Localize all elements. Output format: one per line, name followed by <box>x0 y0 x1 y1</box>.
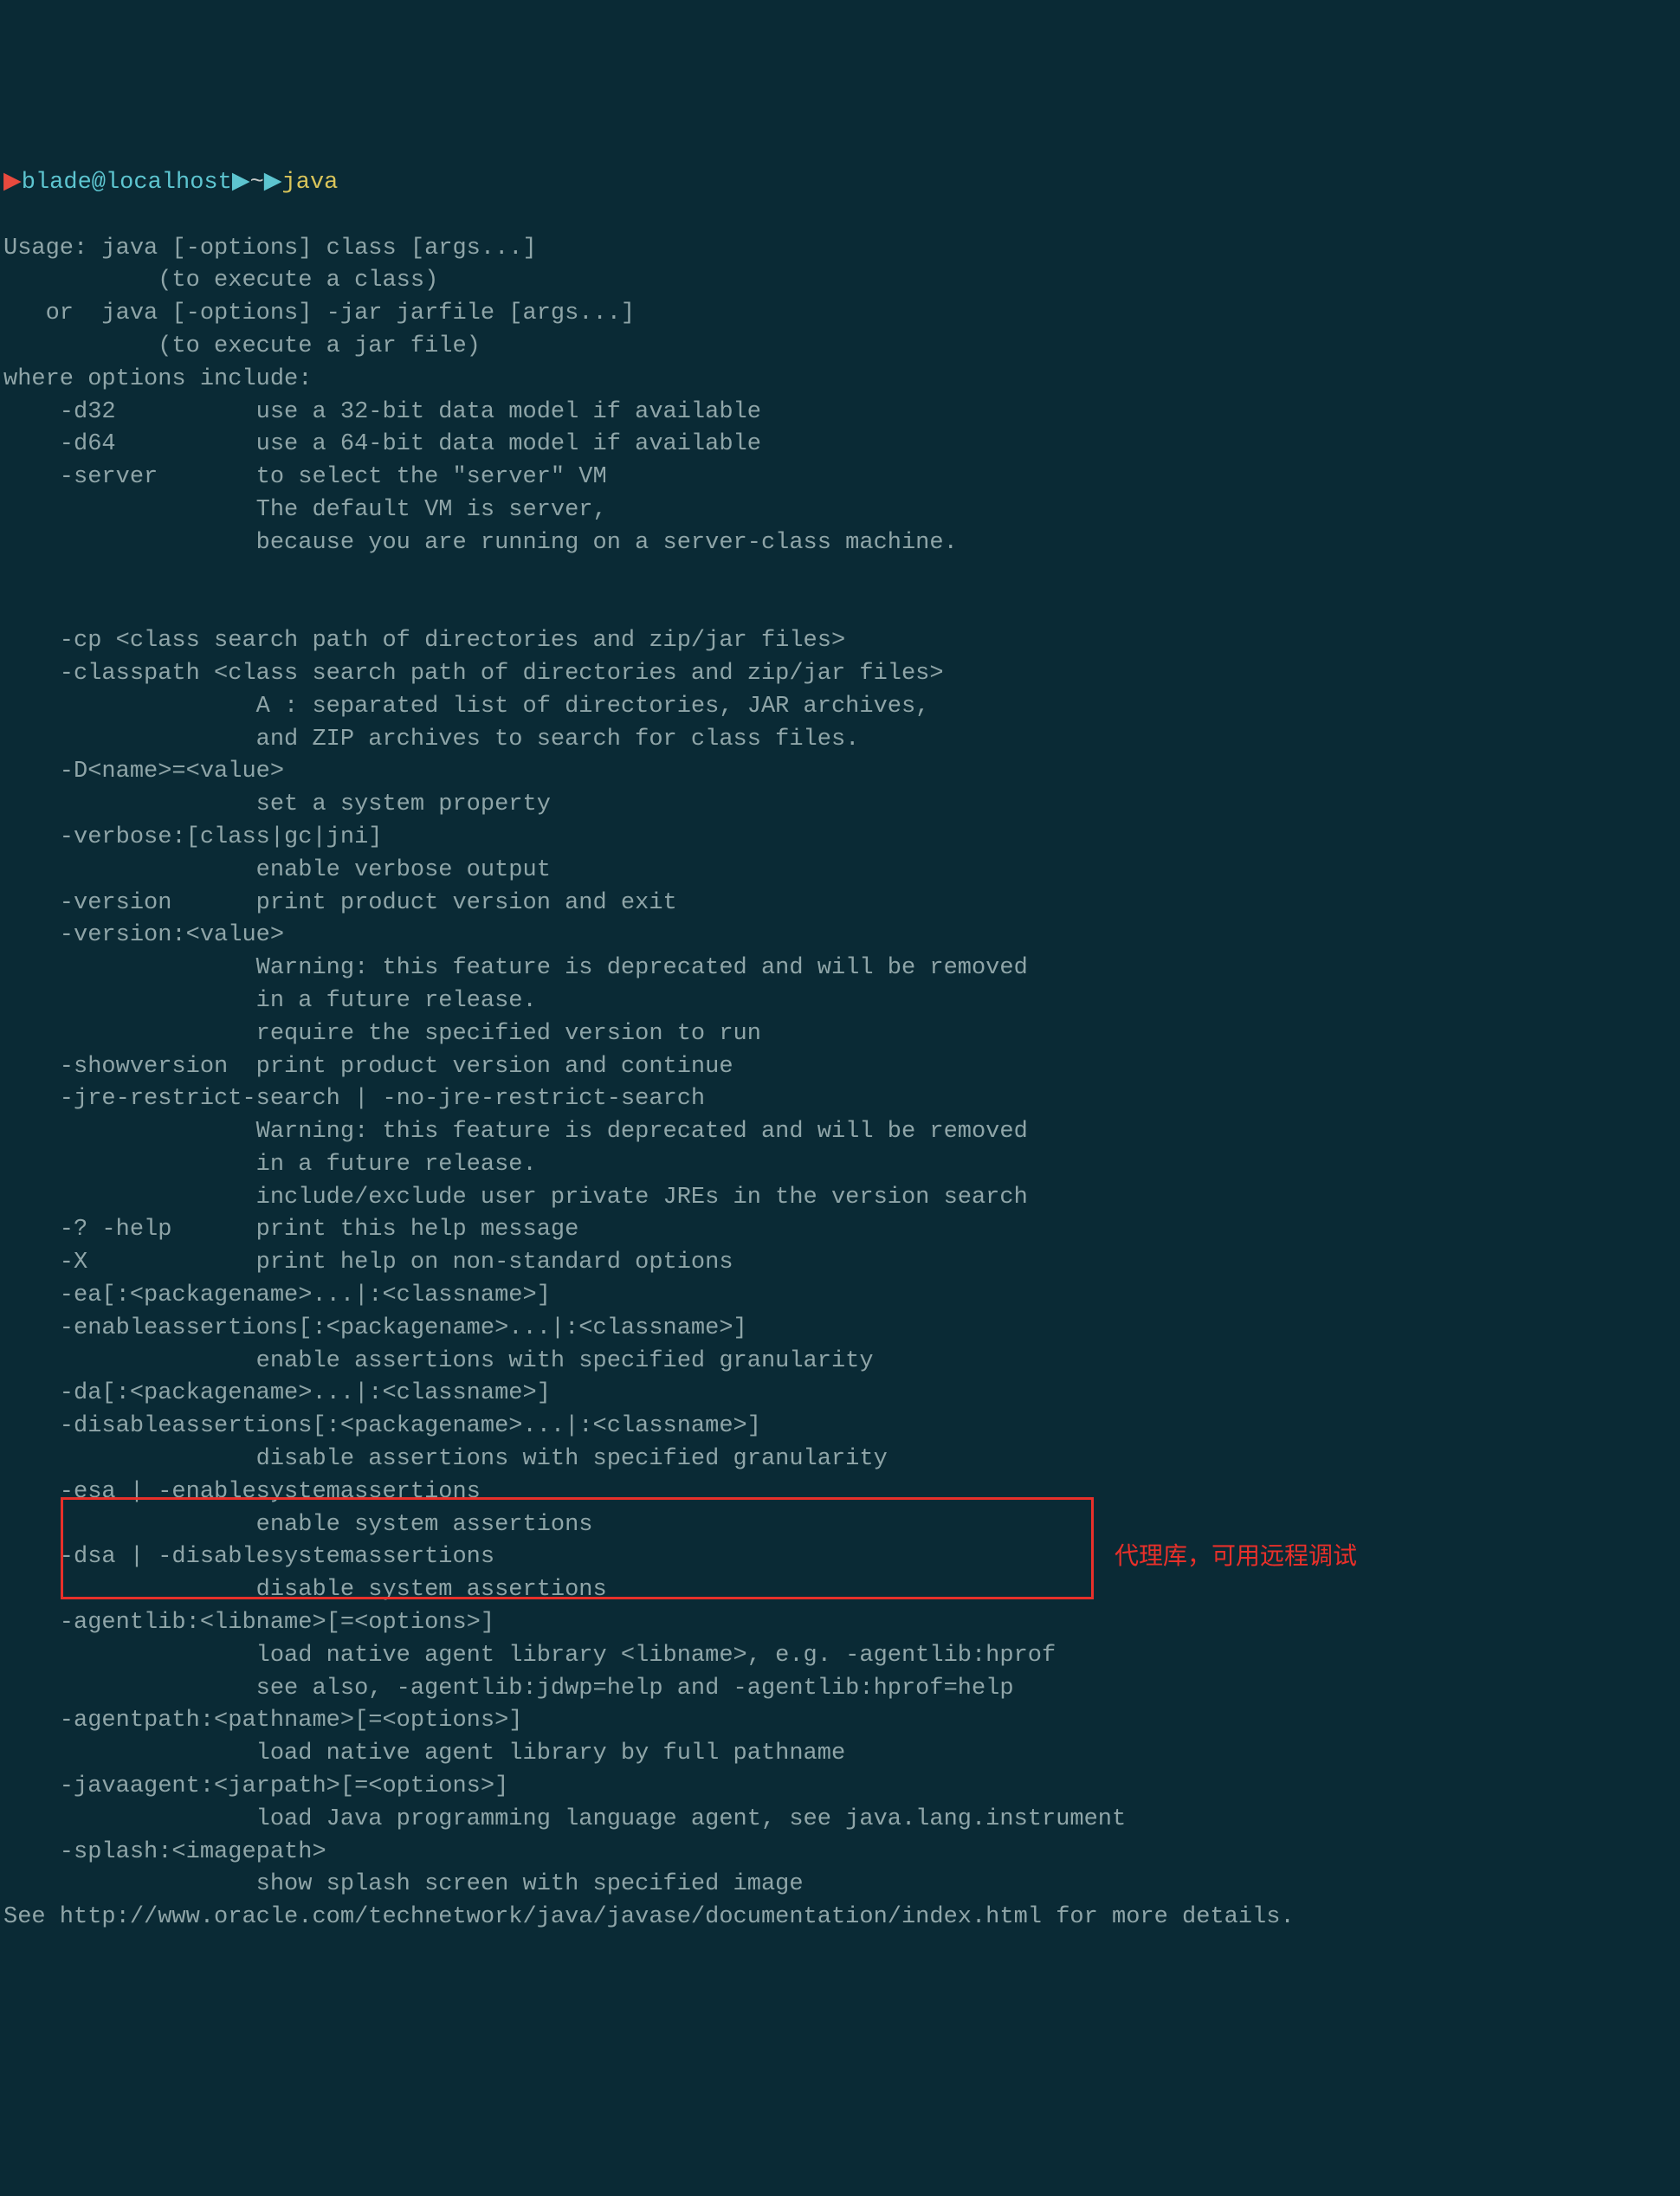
output-line: disable system assertions <box>3 1577 607 1603</box>
output-line: -version print product version and exit <box>3 890 677 916</box>
output-line: -d32 use a 32-bit data model if availabl… <box>3 399 761 425</box>
output-line: -classpath <class search path of directo… <box>3 661 944 687</box>
output-line: -d64 use a 64-bit data model if availabl… <box>3 431 761 457</box>
prompt-arrow-icon: ▶ <box>3 167 22 200</box>
output-line: A : separated list of directories, JAR a… <box>3 694 929 720</box>
prompt-end-icon: ▶ <box>264 167 282 200</box>
prompt-path: ~ <box>250 167 264 200</box>
output-line: -showversion print product version and c… <box>3 1054 733 1080</box>
prompt-separator-icon: ▶ <box>232 167 250 200</box>
output-line: (to execute a jar file) <box>3 333 481 359</box>
output-line: -enableassertions[:<packagename>...|:<cl… <box>3 1315 747 1341</box>
output-line: because you are running on a server-clas… <box>3 530 958 556</box>
output-line: -disableassertions[:<packagename>...|:<c… <box>3 1413 761 1439</box>
output-line: or java [-options] -jar jarfile [args...… <box>3 300 635 326</box>
output-line: disable assertions with specified granul… <box>3 1446 888 1472</box>
output-line: show splash screen with specified image <box>3 1871 804 1897</box>
output-line: -cp <class search path of directories an… <box>3 628 845 654</box>
prompt-line[interactable]: ▶ blade@localhost ▶ ~ ▶ java <box>3 167 1677 200</box>
output-line: enable system assertions <box>3 1512 593 1538</box>
output-line: and ZIP archives to search for class fil… <box>3 727 859 752</box>
output-line: in a future release. <box>3 988 537 1014</box>
output-line: -dsa | -disablesystemassertions <box>3 1544 494 1570</box>
output-line: -X print help on non-standard options <box>3 1250 733 1276</box>
output-line: -javaagent:<jarpath>[=<options>] <box>3 1773 508 1799</box>
prompt-command: java <box>282 167 339 200</box>
output-line: load native agent library <libname>, e.g… <box>3 1643 1056 1669</box>
output-line: Warning: this feature is deprecated and … <box>3 1119 1028 1145</box>
output-line: -jre-restrict-search | -no-jre-restrict-… <box>3 1086 705 1112</box>
terminal-container: ▶ blade@localhost ▶ ~ ▶ java Usage: java… <box>3 134 1677 2032</box>
output-line: -agentlib:<libname>[=<options>] <box>3 1610 494 1636</box>
output-line: Usage: java [-options] class [args...] <box>3 236 537 262</box>
output-line: -version:<value> <box>3 922 284 948</box>
output-line: (to execute a class) <box>3 268 438 294</box>
output-line: -esa | -enablesystemassertions <box>3 1479 481 1505</box>
output-line: -? -help print this help message <box>3 1217 578 1243</box>
output-line: See http://www.oracle.com/technetwork/ja… <box>3 1904 1295 1930</box>
output-line: -splash:<imagepath> <box>3 1839 326 1865</box>
output-line: -D<name>=<value> <box>3 759 284 785</box>
output-line: -agentpath:<pathname>[=<options>] <box>3 1708 523 1734</box>
output-line: require the specified version to run <box>3 1021 761 1047</box>
output-line: enable verbose output <box>3 857 551 883</box>
output-line: -da[:<packagename>...|:<classname>] <box>3 1380 551 1406</box>
output-line: where options include: <box>3 366 312 392</box>
output-line: -verbose:[class|gc|jni] <box>3 824 382 850</box>
output-line: Warning: this feature is deprecated and … <box>3 955 1028 981</box>
output-line: in a future release. <box>3 1152 537 1178</box>
output-line: set a system property <box>3 791 551 817</box>
output-line: enable assertions with specified granula… <box>3 1348 874 1374</box>
output-line: -ea[:<packagename>...|:<classname>] <box>3 1282 551 1308</box>
output-line: load native agent library by full pathna… <box>3 1741 845 1766</box>
output-line: include/exclude user private JREs in the… <box>3 1185 1028 1211</box>
output-line: -server to select the "server" VM <box>3 464 607 490</box>
output-line: see also, -agentlib:jdwp=help and -agent… <box>3 1676 1014 1702</box>
terminal-output: Usage: java [-options] class [args...] (… <box>3 233 1677 1934</box>
output-line: The default VM is server, <box>3 497 607 523</box>
prompt-user-host: blade@localhost <box>22 167 232 200</box>
output-line: load Java programming language agent, se… <box>3 1806 1126 1832</box>
annotation-label: 代理库，可用远程调试 <box>1115 1539 1357 1573</box>
